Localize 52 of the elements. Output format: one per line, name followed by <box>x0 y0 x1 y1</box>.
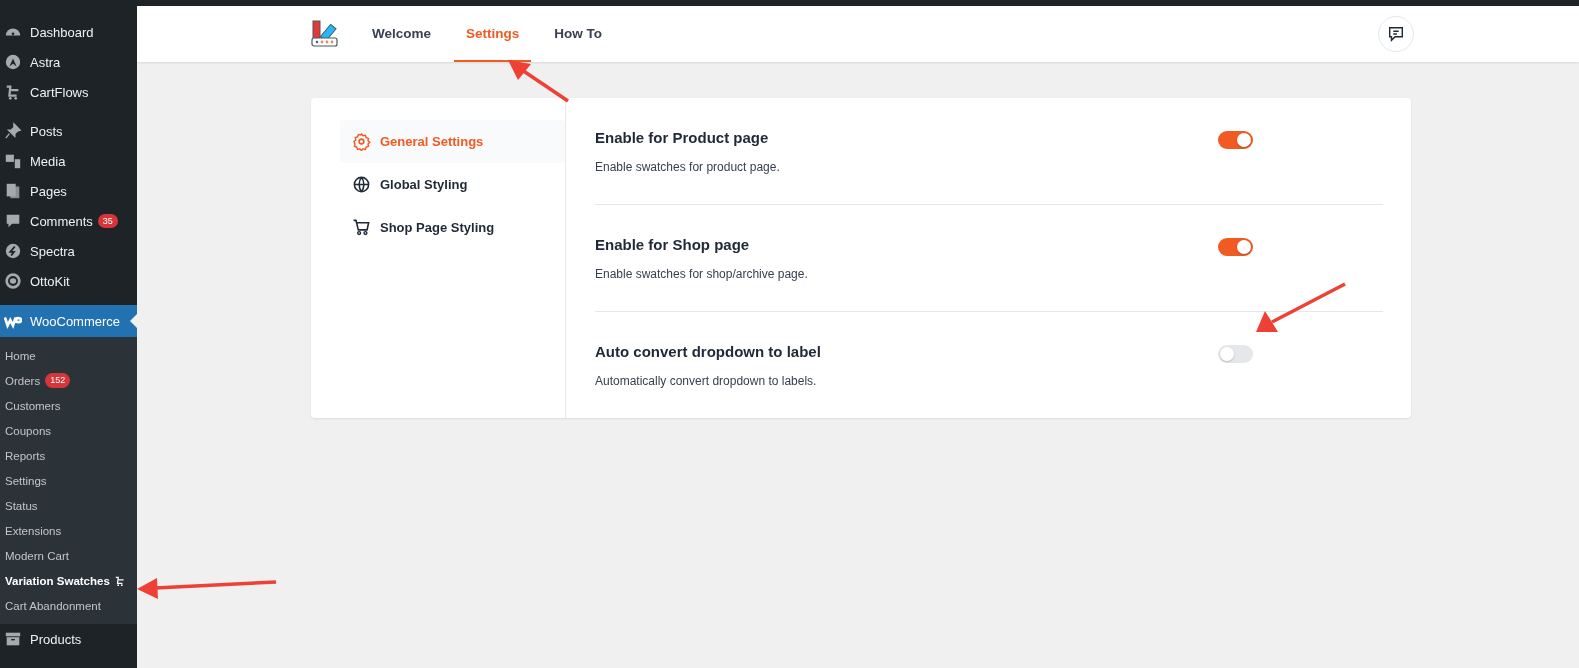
sidebar-item[interactable]: Spectra <box>0 236 137 266</box>
astra-icon <box>4 53 22 71</box>
count-badge: 152 <box>45 373 71 388</box>
count-badge: 35 <box>97 213 118 229</box>
toggle-switch[interactable] <box>1218 345 1253 363</box>
otto-icon <box>4 272 22 290</box>
toggle-switch[interactable] <box>1218 238 1253 256</box>
setting-description: Enable swatches for shop/archive page. <box>595 267 809 281</box>
sidebar-item[interactable]: Dashboard <box>0 17 137 47</box>
submenu-item[interactable]: Modern Cart <box>0 543 137 568</box>
box-icon <box>4 630 22 648</box>
submenu-item[interactable]: Variation Swatches <box>0 568 137 593</box>
nav-tab[interactable]: Welcome <box>360 6 444 62</box>
nav-tab[interactable]: How To <box>542 6 615 62</box>
toggle-switch[interactable] <box>1218 131 1253 149</box>
submenu-item[interactable]: Extensions <box>0 518 137 543</box>
setting-title: Auto convert dropdown to label <box>595 343 822 360</box>
submenu-item[interactable]: Customers <box>0 393 137 418</box>
submenu-item[interactable]: Home <box>0 343 137 368</box>
submenu-item[interactable]: Cart Abandonment <box>0 593 137 618</box>
media-icon <box>4 152 22 170</box>
sidebar-item[interactable]: Posts <box>0 116 137 146</box>
submenu-item[interactable]: Status <box>0 493 137 518</box>
globe-icon <box>352 175 371 194</box>
sidebar-item[interactable]: Products <box>0 624 137 654</box>
pin-icon <box>4 122 22 140</box>
sidebar-item[interactable]: OttoKit <box>0 266 137 296</box>
setting-title: Enable for Product page <box>595 129 770 146</box>
settings-nav-item[interactable]: Global Styling <box>340 163 565 206</box>
annotation-arrow <box>508 60 569 103</box>
setting-description: Enable swatches for product page. <box>595 160 781 174</box>
feedback-button[interactable] <box>1378 16 1414 52</box>
gear-icon <box>352 132 371 151</box>
settings-nav-item[interactable]: Shop Page Styling <box>340 206 565 249</box>
spectra-icon <box>4 242 22 260</box>
sidebar-item[interactable]: Comments 35 <box>0 206 137 236</box>
swatches-logo-icon <box>310 19 340 49</box>
sidebar-item[interactable]: Pages <box>0 176 137 206</box>
current-menu-pointer <box>130 314 137 328</box>
chat-icon <box>1387 25 1405 43</box>
cart-icon <box>352 218 371 237</box>
sidebar-item[interactable]: Media <box>0 146 137 176</box>
sidebar-item[interactable]: WooCommerce <box>0 305 137 337</box>
setting-title: Enable for Shop page <box>595 236 751 253</box>
sidebar-item[interactable]: CartFlows <box>0 77 137 107</box>
submenu-item[interactable]: Coupons <box>0 418 137 443</box>
submenu-item[interactable]: Reports <box>0 443 137 468</box>
submenu-item[interactable]: Settings <box>0 468 137 493</box>
submenu-item[interactable]: Orders 152 <box>0 368 137 393</box>
sidebar-item[interactable]: Astra <box>0 47 137 77</box>
pages-icon <box>4 182 22 200</box>
setting-description: Automatically convert dropdown to labels. <box>595 374 818 388</box>
